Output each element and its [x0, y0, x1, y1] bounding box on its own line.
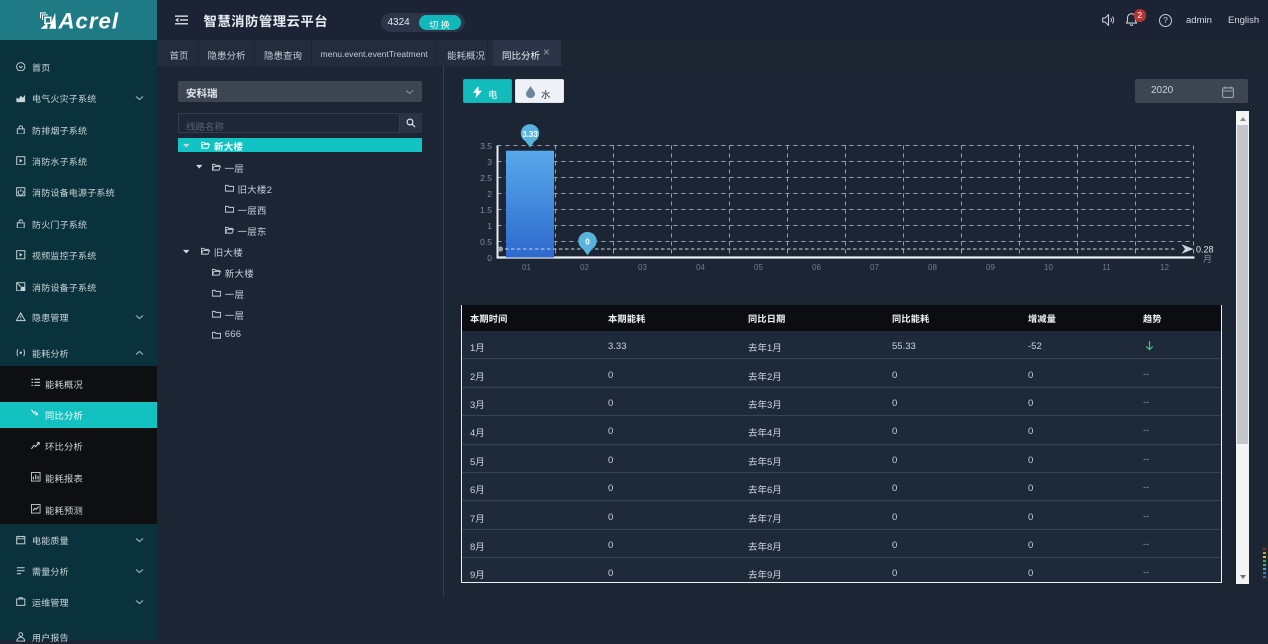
svg-text:04: 04 [696, 263, 705, 272]
svg-text:02: 02 [580, 263, 589, 272]
svg-text:Acrel: Acrel [58, 12, 120, 30]
svg-text:1: 1 [487, 221, 492, 231]
svg-text:2.5: 2.5 [480, 173, 492, 183]
svg-text:3.5: 3.5 [480, 141, 492, 151]
svg-text:2: 2 [487, 189, 492, 199]
svg-text:11: 11 [1102, 263, 1111, 272]
svg-text:0: 0 [487, 253, 492, 263]
svg-text:3.33: 3.33 [522, 130, 538, 139]
svg-text:01: 01 [522, 263, 531, 272]
svg-text:03: 03 [638, 263, 647, 272]
svg-text:08: 08 [928, 263, 937, 272]
svg-text:09: 09 [986, 263, 995, 272]
svg-text:3: 3 [487, 157, 492, 167]
svg-text:1.5: 1.5 [480, 205, 492, 215]
svg-text:06: 06 [812, 263, 821, 272]
svg-text:05: 05 [754, 263, 763, 272]
svg-text:月: 月 [1203, 254, 1212, 264]
svg-text:0: 0 [585, 238, 590, 247]
svg-text:0.5: 0.5 [480, 237, 492, 247]
svg-text:12: 12 [1160, 263, 1169, 272]
svg-text:0.28: 0.28 [1196, 245, 1214, 255]
svg-text:10: 10 [1044, 263, 1053, 272]
svg-text:07: 07 [870, 263, 879, 272]
